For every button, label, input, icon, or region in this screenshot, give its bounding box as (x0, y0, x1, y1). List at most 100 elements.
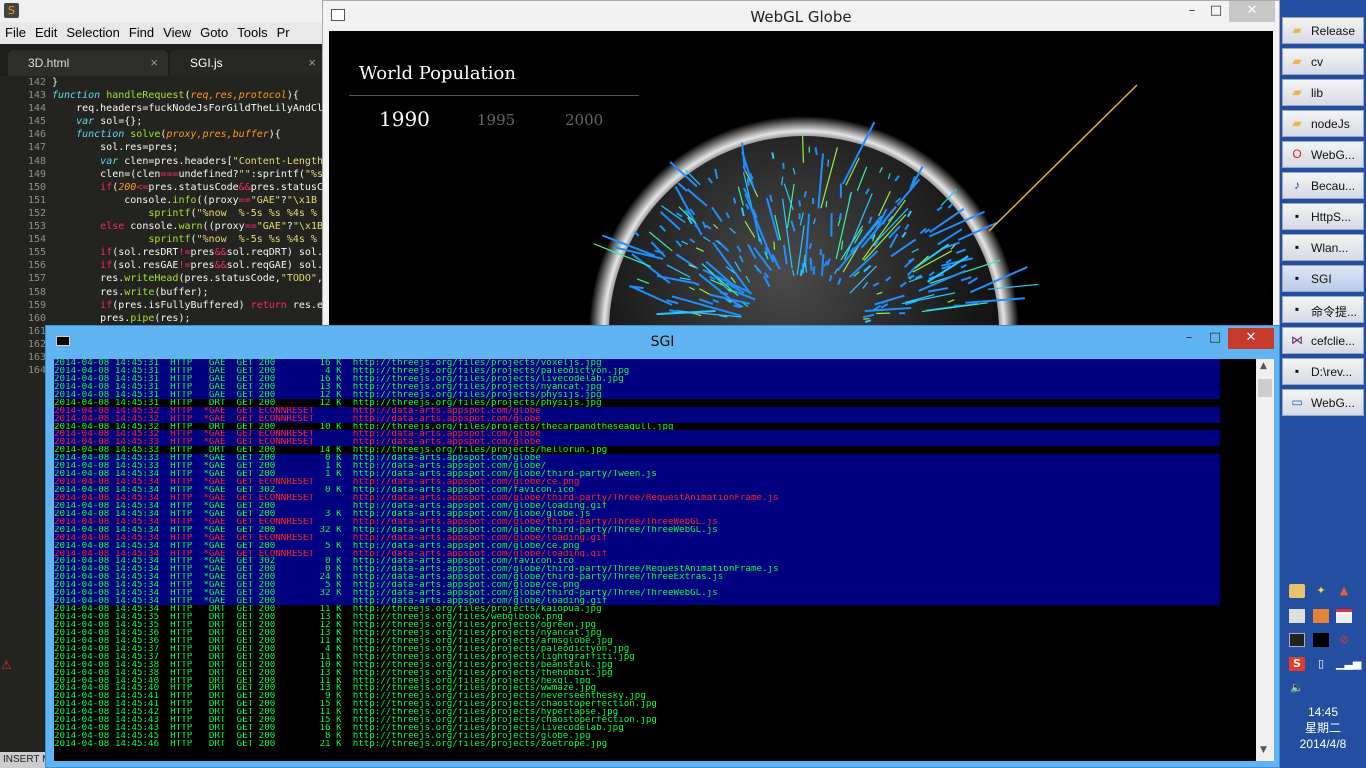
clock[interactable]: 14:45 星期二 2014/4/8 (1280, 704, 1366, 752)
scroll-down-arrow-icon[interactable]: ▼ (1260, 745, 1267, 755)
taskbar-item-label: nodeJs (1311, 117, 1350, 131)
code-token: ){ (268, 129, 281, 141)
code-token: fuckNodeJsForGildTheLilyAndCl (148, 103, 323, 115)
console-line: 2014-04-08 14:45:43 HTTP DRT GET 200 16 … (54, 724, 624, 733)
code-token: warn (178, 221, 203, 233)
menu-item-selection[interactable]: Selection (61, 22, 123, 40)
taskbar-item-2[interactable]: ▰ lib (1282, 79, 1364, 106)
menu-item-view[interactable]: View (158, 22, 195, 40)
console-scrollbar[interactable]: ▲ ▼ (1256, 359, 1274, 761)
tab-sgi-js[interactable]: SGI.js × (170, 50, 326, 76)
tab-3d-html[interactable]: 3D.html × (8, 50, 168, 76)
year-1995-button[interactable]: 1995 (477, 111, 515, 129)
console-line: 2014-04-08 14:45:34 HTTP *GAE GET ECONNR… (54, 533, 1220, 542)
menu-item-tools[interactable]: Tools (232, 22, 271, 40)
console-line: 2014-04-08 14:45:34 HTTP *GAE GET 200 32… (54, 589, 1220, 598)
console-line: 2014-04-08 14:45:34 HTTP *GAE GET ECONNR… (54, 549, 1220, 558)
calendar-tray-icon[interactable] (1336, 609, 1352, 623)
taskbar-item-6[interactable]: ▪ HttpS... (1282, 203, 1364, 230)
code-line: res.write(buffer); (52, 286, 328, 299)
close-icon[interactable]: × (308, 55, 316, 70)
close-icon[interactable]: × (150, 55, 158, 70)
taskbar-item-label: cefclie... (1311, 334, 1356, 348)
taskbar-item-4[interactable]: O WebG... (1282, 141, 1364, 168)
monitor-tray-icon[interactable] (1289, 633, 1305, 647)
taskbar-item-11[interactable]: ▪ D:\rev... (1282, 358, 1364, 385)
code-token: pipe (130, 312, 155, 324)
code-line: if(sol.resDRT!=pres&&sol.reqDRT) sol. (52, 246, 328, 259)
code-line: console.info((proxy=="GAE"?"\x1B (52, 194, 328, 207)
no-entry-tray-icon[interactable]: ⊘ (1336, 633, 1352, 647)
globe-canvas[interactable]: World Population 1990 1995 2000 (329, 31, 1273, 331)
code-token: <= (136, 181, 149, 193)
taskbar-item-label: Wlan... (1311, 241, 1349, 255)
population-spike (771, 152, 775, 159)
taskbar-item-3[interactable]: ▰ nodeJs (1282, 110, 1364, 137)
console-line: 2014-04-08 14:45:41 HTTP DRT GET 200 15 … (54, 700, 657, 709)
code-token: "TODO" (280, 273, 317, 285)
code-token: ((proxy (202, 221, 245, 233)
clock-date: 2014/4/8 (1299, 737, 1347, 751)
code-token: pres (190, 247, 215, 259)
menu-item-file[interactable]: File (0, 22, 30, 40)
menu-item-find[interactable]: Find (124, 22, 158, 40)
scroll-up-arrow-icon[interactable]: ▲ (1260, 361, 1267, 371)
sogou-ime-icon[interactable]: S (1289, 657, 1305, 671)
status-bar: INSERT MO (0, 752, 46, 768)
code-line: var sol={}; (52, 115, 328, 128)
console-line: 2014-04-08 14:45:34 HTTP *GAE GET 200 5 … (54, 581, 1220, 590)
taskbar-item-7[interactable]: ▪ Wlan... (1282, 234, 1364, 261)
line-number: 150 (27, 181, 46, 193)
taskbar-item-1[interactable]: ▰ cv (1282, 48, 1364, 75)
console-output[interactable]: 2014-04-08 14:45:31 HTTP GAE GET 200 16 … (54, 359, 1256, 761)
console-line: 2014-04-08 14:45:34 HTTP *GAE GET ECONNR… (54, 493, 1220, 502)
battery-icon[interactable]: ▯ (1313, 657, 1329, 671)
taskbar-item-5[interactable]: ♪ Becau... (1282, 172, 1364, 199)
menu-item-pr[interactable]: Pr (272, 22, 294, 40)
population-spike (814, 147, 818, 156)
menu-item-edit[interactable]: Edit (30, 22, 61, 40)
code-token: return (250, 299, 293, 311)
taskbar-item-8[interactable]: ▪ SGI (1282, 265, 1364, 292)
console-line: 2014-04-08 14:45:34 HTTP *GAE GET 200 24… (54, 573, 1220, 582)
code-token: "GAE" (256, 221, 287, 233)
line-number: 160 (27, 312, 46, 324)
population-spike (773, 241, 776, 250)
python-icon[interactable]: ✦ (1313, 584, 1329, 598)
close-button[interactable]: ✕ (1229, 1, 1275, 22)
copy-tray-icon[interactable] (1289, 609, 1305, 623)
media-tray-icon[interactable] (1313, 609, 1329, 623)
taskbar-item-12[interactable]: ▭ WebG... (1282, 389, 1364, 416)
code-token: clen (124, 155, 149, 167)
volume-icon[interactable]: 🔈 (1289, 681, 1305, 695)
console-line: 2014-04-08 14:45:31 HTTP GAE GET 200 16 … (54, 359, 1220, 367)
taskbar-item-label: 命令提... (1311, 305, 1358, 319)
taskbar-item-label: SGI (1311, 272, 1332, 286)
code-token: ((proxy (196, 194, 239, 206)
code-token: (pres.statusCode, (178, 273, 281, 285)
code-token: req.headers (52, 103, 143, 115)
code-token: res.e (292, 299, 323, 311)
taskbar-item-0[interactable]: ▰ Release (1282, 17, 1364, 44)
code-token: != (178, 247, 191, 259)
folder-icon: ▰ (1292, 85, 1302, 99)
black-square-tray-icon[interactable] (1313, 633, 1329, 647)
year-1990-button[interactable]: 1990 (379, 107, 430, 131)
close-button[interactable]: ✕ (1228, 328, 1274, 349)
system-tray: ✦ ▲ ⊘ S ▯ ▁▃▅ 🔈 (1280, 580, 1366, 700)
menu-item-goto[interactable]: Goto (195, 22, 232, 40)
code-token: (pres.isFullyBuffered) (112, 299, 251, 311)
line-number: 156 (27, 260, 46, 272)
year-2000-button[interactable]: 2000 (565, 111, 603, 129)
taskbar-item-9[interactable]: ▪ 命令提... (1282, 296, 1364, 323)
signal-strength-icon[interactable]: ▁▃▅ (1336, 657, 1361, 671)
console-line: 2014-04-08 14:45:34 HTTP *GAE GET ECONNR… (54, 478, 1220, 486)
population-spike (809, 257, 813, 271)
tray-app-icon[interactable] (1289, 584, 1305, 598)
taskbar-item-10[interactable]: ⋈ cefclie... (1282, 327, 1364, 354)
scroll-thumb[interactable] (1258, 379, 1272, 397)
console-line: 2014-04-08 14:45:35 HTTP DRT GET 200 13 … (54, 613, 563, 621)
code-line: clen=(clen===undefined?"":sprintf("%s (52, 168, 328, 181)
vs-tray-icon[interactable]: ▲ (1336, 584, 1352, 598)
